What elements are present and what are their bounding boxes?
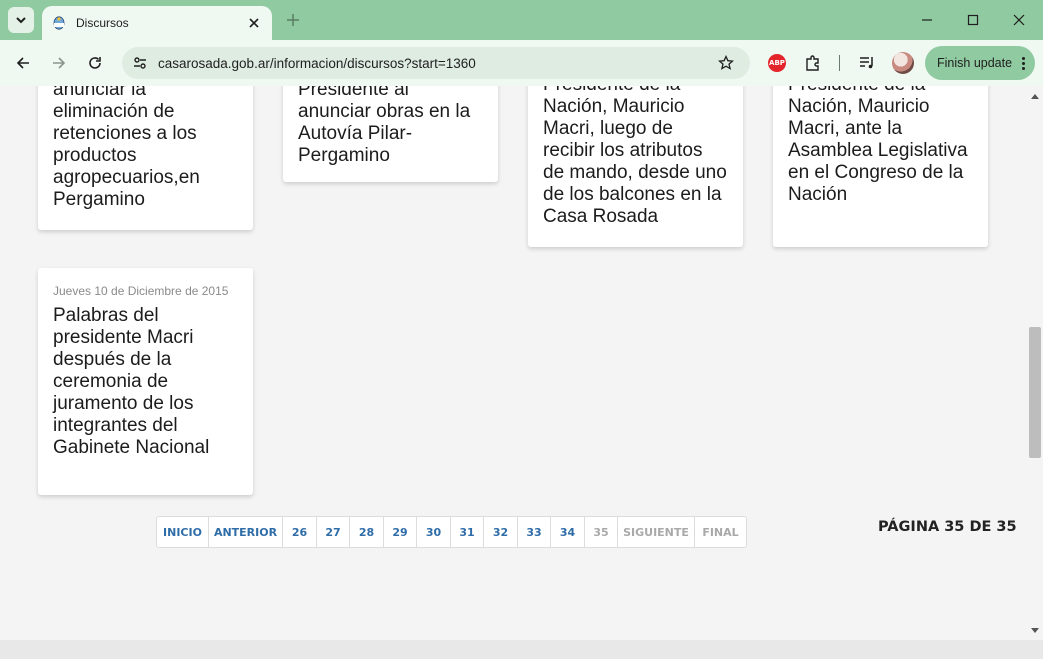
speech-card[interactable]: anunciar la eliminación de retenciones a… — [38, 86, 253, 230]
speech-title[interactable]: anunciar la eliminación de retenciones a… — [53, 86, 238, 211]
arrow-right-icon — [53, 57, 66, 69]
page-last: FINAL — [702, 525, 739, 539]
media-controls-button[interactable] — [856, 52, 878, 74]
page-link[interactable]: 32 — [484, 517, 518, 547]
speech-card[interactable]: Presidente de la Nación, Mauricio Macri,… — [528, 86, 743, 247]
forward-button[interactable] — [47, 51, 71, 75]
extensions-button[interactable] — [802, 52, 824, 74]
address-bar[interactable]: casarosada.gob.ar/informacion/discursos?… — [122, 47, 750, 79]
minimize-button[interactable] — [915, 8, 939, 32]
scroll-up-icon[interactable] — [1030, 91, 1040, 101]
playlist-music-icon — [860, 57, 873, 69]
toolbar-separator — [839, 55, 840, 71]
page-link[interactable]: 31 — [451, 517, 484, 547]
browser-toolbar: casarosada.gob.ar/informacion/discursos?… — [0, 40, 1043, 86]
finish-update-label: Finish update — [937, 56, 1013, 70]
close-icon — [1013, 14, 1025, 26]
scrollbar-thumb[interactable] — [1029, 327, 1041, 458]
arrow-left-icon — [16, 57, 29, 69]
active-tab[interactable]: Discursos — [42, 6, 272, 40]
bottom-bar — [0, 640, 1043, 659]
tab-title: Discursos — [76, 16, 129, 30]
scroll-down-icon[interactable] — [1030, 626, 1040, 636]
speech-title[interactable]: Presidente al anunciar obras en la Autov… — [298, 86, 483, 167]
page-counter: PÁGINA 35 DE 35 — [878, 519, 1017, 535]
close-tab-icon[interactable] — [246, 15, 262, 31]
speech-title[interactable]: Presidente de la Nación, Mauricio Macri,… — [788, 86, 973, 206]
speech-card[interactable]: Presidente de la Nación, Mauricio Macri,… — [773, 86, 988, 247]
chevron-down-icon — [16, 17, 26, 24]
adblock-plus-icon: ABP — [768, 54, 786, 72]
page-link[interactable]: 27 — [317, 517, 350, 547]
page-link[interactable]: 26 — [283, 517, 317, 547]
reload-button[interactable] — [83, 51, 107, 75]
page-link[interactable]: 29 — [384, 517, 417, 547]
tab-search-button[interactable] — [8, 7, 34, 33]
profile-avatar[interactable] — [892, 52, 914, 74]
page-link[interactable]: 33 — [518, 517, 551, 547]
plus-icon — [287, 14, 299, 26]
back-button[interactable] — [11, 51, 35, 75]
site-info-icon[interactable] — [130, 53, 150, 73]
page-next: SIGUIENTE — [618, 517, 695, 547]
puzzle-piece-icon — [806, 55, 819, 71]
speech-date: Jueves 10 de Diciembre de 2015 — [53, 284, 229, 298]
page-content: anunciar la eliminación de retenciones a… — [0, 86, 1027, 640]
page-link[interactable]: 34 — [551, 517, 585, 547]
maximize-button[interactable] — [961, 8, 985, 32]
page-link[interactable]: 30 — [417, 517, 451, 547]
speech-title[interactable]: Palabras del presidente Macri después de… — [53, 305, 238, 459]
new-tab-button[interactable] — [283, 10, 303, 30]
adblock-plus-extension[interactable]: ABP — [766, 52, 788, 74]
bookmark-star-icon[interactable] — [716, 53, 736, 73]
pagination: INICIO ANTERIOR 26 27 28 29 30 31 32 33 … — [156, 516, 747, 548]
vertical-scrollbar[interactable] — [1027, 86, 1043, 640]
page-first[interactable]: INICIO — [157, 517, 209, 547]
close-window-button[interactable] — [1007, 8, 1031, 32]
more-vertical-icon — [1020, 56, 1026, 70]
speech-title[interactable]: Presidente de la Nación, Mauricio Macri,… — [543, 86, 728, 228]
argentina-coat-of-arms-icon — [53, 16, 65, 30]
speech-card[interactable]: Presidente al anunciar obras en la Autov… — [283, 86, 498, 182]
speech-card[interactable]: Jueves 10 de Diciembre de 2015 Palabras … — [38, 268, 253, 495]
finish-update-button[interactable]: Finish update — [925, 46, 1035, 80]
page-previous[interactable]: ANTERIOR — [209, 517, 283, 547]
url-text[interactable]: casarosada.gob.ar/informacion/discursos?… — [158, 56, 716, 71]
tab-strip: Discursos — [0, 0, 1043, 40]
minimize-icon — [922, 19, 932, 21]
maximize-icon — [967, 14, 979, 26]
reload-icon — [89, 57, 101, 69]
page-current: 35 — [585, 517, 618, 547]
page-link[interactable]: 28 — [350, 517, 384, 547]
